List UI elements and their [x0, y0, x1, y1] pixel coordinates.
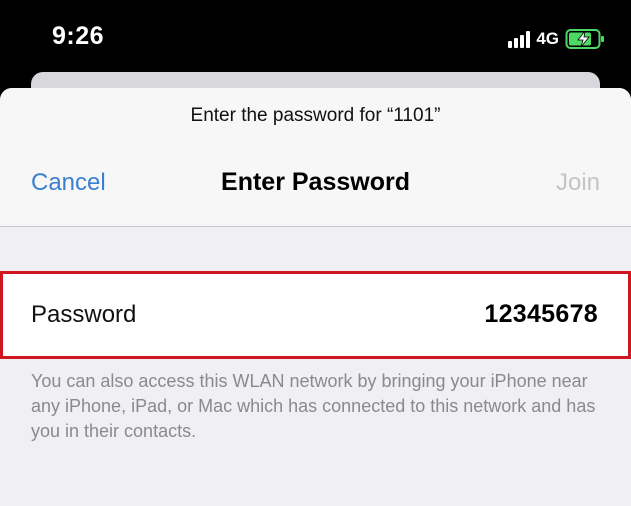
network-type-label: 4G	[536, 29, 559, 48]
page-title: Enter Password	[221, 168, 410, 196]
join-button[interactable]: Join	[556, 169, 600, 197]
password-field[interactable]: Password 12345678	[0, 271, 631, 359]
navigation-bar: Enter the password for “1101” Cancel Ent…	[0, 88, 631, 227]
status-indicators: 4G	[508, 26, 605, 52]
password-label: Password	[31, 301, 137, 328]
cellular-signal-icon	[508, 30, 531, 48]
password-sheet: Enter the password for “1101” Cancel Ent…	[0, 88, 631, 506]
password-prompt: Enter the password for “1101”	[190, 105, 441, 126]
wlan-sharing-footnote: You can also access this WLAN network by…	[31, 371, 596, 441]
battery-charging-icon	[565, 29, 604, 49]
status-time: 9:26	[52, 22, 105, 50]
password-input[interactable]: 12345678	[484, 300, 598, 329]
